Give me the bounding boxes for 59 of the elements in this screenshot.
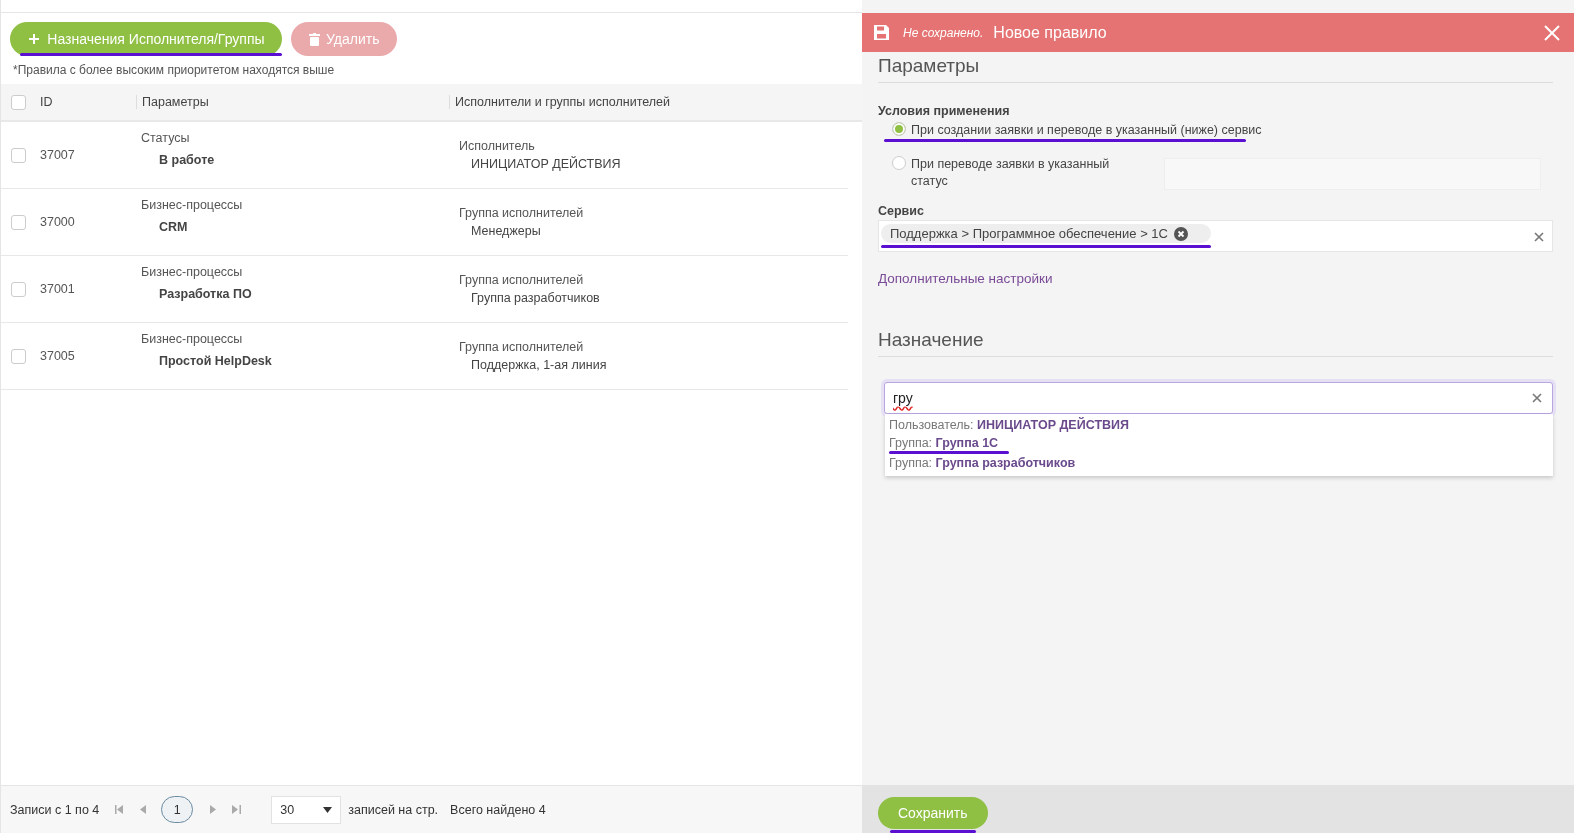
suggestion-item[interactable]: Группа: Группа 1С bbox=[889, 434, 1553, 452]
section-heading: Параметры bbox=[878, 52, 1553, 83]
row-checkbox[interactable] bbox=[11, 281, 26, 297]
remove-icon[interactable] bbox=[1174, 226, 1188, 241]
close-icon[interactable] bbox=[1544, 24, 1560, 41]
next-page-icon[interactable] bbox=[209, 805, 217, 814]
row-checkbox[interactable] bbox=[11, 348, 26, 364]
suggestion-item[interactable]: Группа: Группа разработчиков bbox=[889, 454, 1553, 472]
table-cell-text: 37001 bbox=[40, 282, 76, 296]
clear-icon[interactable] bbox=[1534, 232, 1544, 242]
service-tag: Поддержка > Программное обеспечение > 1С bbox=[881, 224, 1211, 243]
table-cell-text: 37000 bbox=[40, 215, 76, 229]
select-all-checkbox[interactable] bbox=[11, 94, 26, 110]
row-checkbox[interactable] bbox=[11, 214, 26, 230]
priority-note: *Правила с более высоким приоритетом находятся выше bbox=[12, 62, 336, 79]
assignee-type: Группа исполнителей bbox=[459, 273, 585, 287]
last-page-icon[interactable] bbox=[232, 805, 242, 814]
advanced-settings-link[interactable]: Дополнительные настройки bbox=[878, 271, 1053, 286]
column-header[interactable]: ID bbox=[40, 95, 136, 109]
page-size-label: записей на стр. bbox=[348, 802, 439, 817]
parameter-type: Статусы bbox=[141, 131, 191, 145]
condition-radio[interactable]: При создании заявки и переводе в указанный (ниже) сервис bbox=[878, 122, 1262, 139]
caret-icon bbox=[323, 806, 333, 813]
trash-icon bbox=[309, 32, 320, 46]
total-count: Всего найдено 4 bbox=[450, 802, 546, 817]
row-checkbox[interactable] bbox=[11, 147, 26, 163]
parameter-type: Бизнес-процессы bbox=[141, 332, 244, 346]
field-label: Сервис bbox=[878, 204, 924, 218]
service-field[interactable]: Поддержка > Программное обеспечение > 1С bbox=[878, 220, 1553, 252]
field-label: Условия применения bbox=[878, 104, 1010, 118]
assignee-type: Группа исполнителей bbox=[459, 340, 585, 354]
page-size-select[interactable]: 30 bbox=[271, 795, 342, 824]
assignee-name: Менеджеры bbox=[471, 224, 542, 238]
unsaved-status: Не сохранено. bbox=[903, 25, 984, 40]
previous-page-icon[interactable] bbox=[140, 805, 148, 814]
panel-title: Новое правило bbox=[993, 23, 1107, 42]
parameter-value: В работе bbox=[159, 153, 216, 167]
records-range: Записи с 1 по 4 bbox=[10, 802, 100, 817]
clear-icon[interactable] bbox=[1532, 393, 1542, 403]
assignee-type: Исполнитель bbox=[459, 139, 536, 153]
parameter-type: Бизнес-процессы bbox=[141, 265, 244, 279]
parameter-value: Разработка ПО bbox=[159, 287, 253, 301]
assignee-name: Поддержка, 1-ая линия bbox=[471, 358, 608, 372]
parameter-value: CRM bbox=[159, 220, 189, 234]
parameter-type: Бизнес-процессы bbox=[141, 198, 244, 212]
assignee-name: Группа разработчиков bbox=[471, 291, 601, 305]
plus-icon bbox=[29, 34, 40, 44]
assignee-type: Группа исполнителей bbox=[459, 206, 585, 220]
first-page-icon[interactable] bbox=[115, 805, 125, 814]
page-number[interactable]: 1 bbox=[161, 796, 194, 823]
section-heading: Назначение bbox=[878, 326, 1553, 357]
table-cell-text: 37005 bbox=[40, 349, 76, 363]
assignee-search-field[interactable]: гру bbox=[884, 382, 1553, 414]
assignee-name: ИНИЦИАТОР ДЕЙСТВИЯ bbox=[471, 157, 622, 171]
suggestion-item[interactable]: Пользователь: ИНИЦИАТОР ДЕЙСТВИЯ bbox=[889, 416, 1553, 434]
column-header[interactable]: Параметры bbox=[136, 95, 449, 109]
table-cell-text: 37007 bbox=[40, 148, 76, 162]
parameter-value: Простой HelpDesk bbox=[159, 354, 273, 368]
condition-radio[interactable]: При переводе заявки в указанный статус bbox=[878, 156, 1136, 190]
